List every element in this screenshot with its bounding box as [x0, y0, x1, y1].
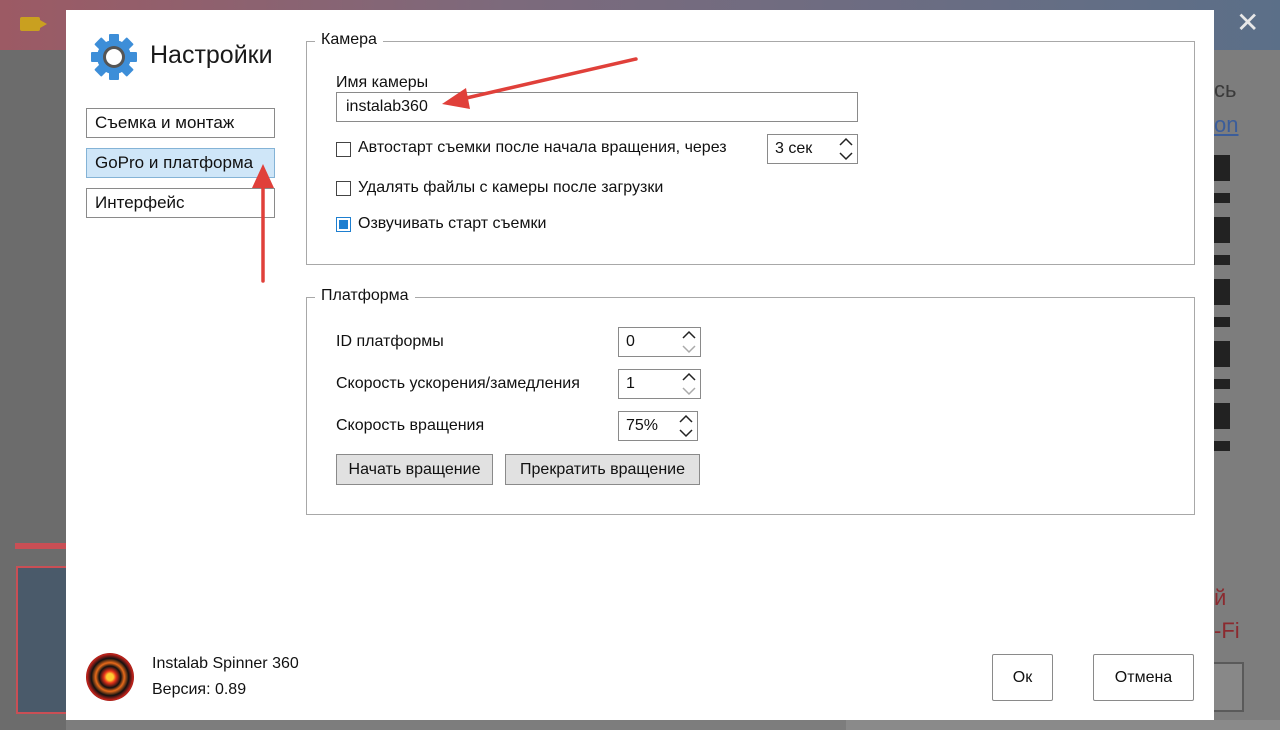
close-icon[interactable]: ✕: [1236, 8, 1259, 38]
stepper-arrows-icon[interactable]: [677, 413, 695, 439]
acceleration-label: Скорость ускорения/замедления: [336, 375, 580, 392]
autostart-checkbox[interactable]: [336, 142, 351, 157]
camera-name-label: Имя камеры: [336, 74, 429, 91]
background-text: сь: [1214, 77, 1237, 102]
background-progress-bar: [15, 543, 66, 549]
camera-name-input[interactable]: [336, 92, 858, 122]
nav-item-shooting-editing[interactable]: Съемка и монтаж: [86, 108, 275, 138]
background-thumbnail: [16, 566, 66, 714]
autostart-delay-stepper[interactable]: 3 сек: [767, 134, 858, 164]
rotation-speed-stepper[interactable]: 75%: [618, 411, 698, 441]
voice-start-label: Озвучивать старт съемки: [358, 215, 547, 232]
background-text: -Fi: [1214, 618, 1240, 643]
stepper-arrows-icon[interactable]: [680, 371, 698, 397]
delete-files-label: Удалять файлы с камеры после загрузки: [358, 179, 664, 196]
camera-group-title: Камера: [315, 31, 383, 49]
gear-icon: [91, 34, 137, 80]
platform-id-label: ID платформы: [336, 333, 444, 350]
nav-item-gopro-platform[interactable]: GoPro и платформа: [86, 148, 275, 178]
autostart-label: Автостарт съемки после начала вращения, …: [358, 139, 727, 156]
background-text: й: [1214, 585, 1227, 610]
nav-item-interface[interactable]: Интерфейс: [86, 188, 275, 218]
acceleration-value: 1: [626, 375, 635, 392]
background-qr-code: [1214, 155, 1230, 465]
acceleration-stepper[interactable]: 1: [618, 369, 701, 399]
platform-group: Платформа ID платформы 0 Скорость ускоре…: [306, 287, 1195, 515]
autostart-delay-value: 3 сек: [775, 140, 813, 157]
background-link: on: [1214, 112, 1239, 137]
app-logo: [86, 653, 134, 701]
start-rotation-button[interactable]: Начать вращение: [336, 454, 493, 485]
voice-start-checkbox[interactable]: [336, 217, 351, 232]
stepper-arrows-icon[interactable]: [680, 329, 698, 355]
settings-dialog: Настройки Съемка и монтаж GoPro и платфо…: [66, 10, 1214, 720]
cancel-button[interactable]: Отмена: [1093, 654, 1194, 701]
platform-group-title: Платформа: [315, 287, 415, 305]
camera-icon: [20, 17, 47, 31]
background-bottom-right: [846, 720, 1280, 730]
delete-files-checkbox[interactable]: [336, 181, 351, 196]
dialog-title: Настройки: [150, 41, 273, 69]
app-name: Instalab Spinner 360: [152, 655, 299, 672]
stop-rotation-button[interactable]: Прекратить вращение: [505, 454, 700, 485]
app-version: Версия: 0.89: [152, 681, 247, 698]
camera-group: Камера Имя камеры Автостарт съемки после…: [306, 31, 1195, 265]
background-button: [1214, 662, 1244, 712]
platform-id-stepper[interactable]: 0: [618, 327, 701, 357]
rotation-speed-value: 75%: [626, 417, 659, 434]
ok-button[interactable]: Ок: [992, 654, 1053, 701]
rotation-speed-label: Скорость вращения: [336, 417, 485, 434]
stepper-arrows-icon[interactable]: [837, 136, 855, 162]
platform-id-value: 0: [626, 333, 635, 350]
